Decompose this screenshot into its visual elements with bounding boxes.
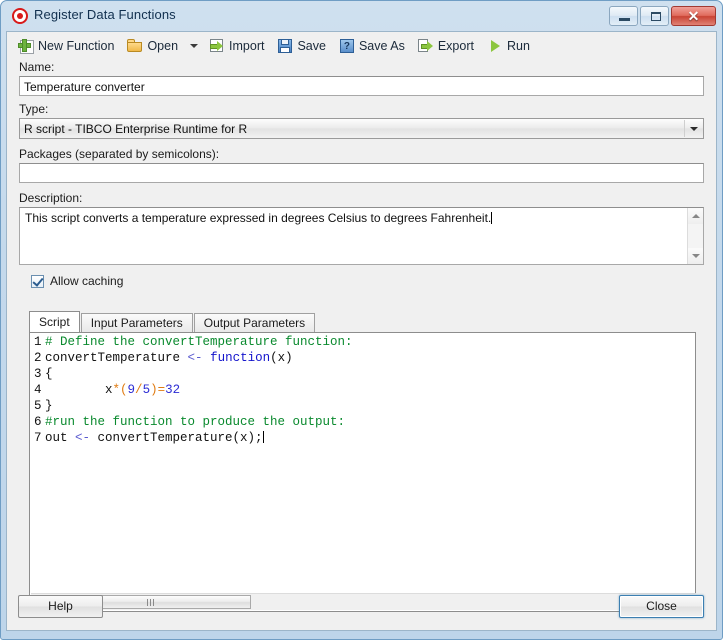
description-value: This script converts a temperature expre… bbox=[25, 211, 492, 225]
line-number: 4 bbox=[34, 383, 42, 397]
code-text: x*(9/5)=32 bbox=[45, 383, 181, 397]
toolbar-import[interactable]: Import bbox=[206, 35, 270, 57]
code-text: out <- convertTemperature(x); bbox=[45, 431, 264, 445]
scroll-up-arrow-icon[interactable] bbox=[688, 208, 703, 224]
name-label: Name: bbox=[19, 60, 55, 74]
name-input[interactable]: Temperature converter bbox=[19, 76, 704, 96]
line-number: 7 bbox=[34, 431, 42, 445]
title-bar: Register Data Functions ✕ bbox=[1, 1, 722, 31]
import-icon bbox=[209, 38, 225, 54]
tab-panel: Script Input Parameters Output Parameter… bbox=[29, 311, 696, 612]
code-text: # Define the convertTemperature function… bbox=[45, 335, 353, 349]
minimize-button[interactable] bbox=[609, 6, 638, 26]
code-line: 3{ bbox=[31, 366, 680, 382]
toolbar-save-as[interactable]: ? Save As bbox=[336, 35, 411, 57]
minimize-icon bbox=[619, 18, 630, 21]
save-as-question-glyph: ? bbox=[339, 39, 354, 53]
close-button[interactable]: Close bbox=[619, 595, 704, 618]
close-icon: ✕ bbox=[687, 8, 700, 24]
code-text: } bbox=[45, 399, 53, 413]
window-controls: ✕ bbox=[609, 6, 716, 26]
export-icon bbox=[417, 38, 434, 54]
toolbar-run[interactable]: Run bbox=[484, 35, 536, 57]
packages-input[interactable] bbox=[19, 163, 704, 183]
form-area: Name: Temperature converter Type: R scri… bbox=[7, 60, 716, 288]
scroll-down-arrow-icon[interactable] bbox=[688, 248, 703, 264]
toolbar-new-function[interactable]: New Function bbox=[15, 35, 120, 57]
code-line: 7 out <- convertTemperature(x); bbox=[31, 430, 680, 446]
text-cursor bbox=[491, 212, 493, 224]
help-button[interactable]: Help bbox=[18, 595, 103, 618]
description-vertical-scrollbar[interactable] bbox=[687, 208, 703, 264]
toolbar-export[interactable]: Export bbox=[415, 35, 480, 57]
run-play-icon bbox=[487, 38, 503, 54]
dialog-body: New Function Open Import Save ? Save As … bbox=[6, 31, 717, 631]
packages-label: Packages (separated by semicolons): bbox=[19, 147, 220, 161]
maximize-button[interactable] bbox=[640, 6, 669, 26]
code-line: 5} bbox=[31, 398, 680, 414]
checkmark-icon bbox=[32, 274, 44, 287]
save-floppy-icon bbox=[277, 38, 293, 54]
type-select-value: R script - TIBCO Enterprise Runtime for … bbox=[24, 122, 248, 136]
toolbar-save-as-label: Save As bbox=[358, 39, 405, 53]
tab-script[interactable]: Script bbox=[29, 311, 80, 332]
code-text: #run the function to produce the output: bbox=[45, 415, 346, 429]
maximize-icon bbox=[651, 12, 661, 21]
script-horizontal-scrollbar[interactable] bbox=[31, 593, 696, 610]
code-line: 2 convertTemperature <- function(x) bbox=[31, 350, 680, 366]
toolbar-export-label: Export bbox=[437, 39, 474, 53]
allow-caching-row[interactable]: Allow caching bbox=[31, 274, 716, 288]
spotfire-target-icon bbox=[12, 8, 28, 24]
dialog-window: Register Data Functions ✕ New Function O… bbox=[0, 0, 723, 640]
type-select-chevron-down-icon[interactable] bbox=[684, 120, 702, 137]
code-line: 1 # Define the convertTemperature functio… bbox=[31, 334, 680, 350]
allow-caching-label: Allow caching bbox=[50, 274, 124, 288]
allow-caching-checkbox[interactable] bbox=[31, 274, 44, 288]
save-as-icon: ? bbox=[339, 38, 355, 54]
line-number: 2 bbox=[34, 351, 42, 365]
toolbar-save[interactable]: Save bbox=[274, 35, 332, 57]
open-folder-icon bbox=[127, 38, 143, 54]
tab-output-parameters[interactable]: Output Parameters bbox=[193, 313, 316, 332]
description-label: Description: bbox=[19, 191, 83, 205]
tab-strip: Script Input Parameters Output Parameter… bbox=[29, 311, 316, 332]
code-line: 4 x*(9/5)=32 bbox=[31, 382, 680, 398]
window-title: Register Data Functions bbox=[34, 7, 176, 22]
line-number: 3 bbox=[34, 367, 42, 381]
toolbar-new-function-label: New Function bbox=[38, 39, 115, 53]
toolbar: New Function Open Import Save ? Save As … bbox=[7, 32, 716, 60]
code-text: convertTemperature <- function(x) bbox=[45, 351, 293, 365]
description-textarea[interactable]: This script converts a temperature expre… bbox=[19, 207, 704, 265]
toolbar-import-label: Import bbox=[229, 39, 265, 53]
code-text: { bbox=[45, 367, 53, 381]
tab-body-script: 1 # Define the convertTemperature functio… bbox=[29, 332, 696, 612]
toolbar-run-label: Run bbox=[506, 39, 530, 53]
script-code-editor[interactable]: 1 # Define the convertTemperature functio… bbox=[31, 334, 680, 594]
type-label: Type: bbox=[19, 102, 49, 116]
toolbar-open-label: Open bbox=[147, 39, 179, 53]
description-text: This script converts a temperature expre… bbox=[20, 208, 703, 229]
line-number: 1 bbox=[34, 335, 42, 349]
line-number: 5 bbox=[34, 399, 42, 413]
line-number: 6 bbox=[34, 415, 42, 429]
grip-icon bbox=[146, 598, 154, 606]
toolbar-open[interactable]: Open bbox=[124, 35, 184, 57]
toolbar-save-label: Save bbox=[297, 39, 326, 53]
type-select[interactable]: R script - TIBCO Enterprise Runtime for … bbox=[19, 118, 704, 139]
close-window-button[interactable]: ✕ bbox=[671, 6, 716, 26]
new-function-icon bbox=[18, 38, 34, 54]
text-cursor bbox=[262, 431, 264, 443]
open-dropdown-chevron-down-icon[interactable] bbox=[190, 44, 199, 48]
tab-input-parameters[interactable]: Input Parameters bbox=[80, 313, 193, 332]
code-line: 6 #run the function to produce the output… bbox=[31, 414, 680, 430]
